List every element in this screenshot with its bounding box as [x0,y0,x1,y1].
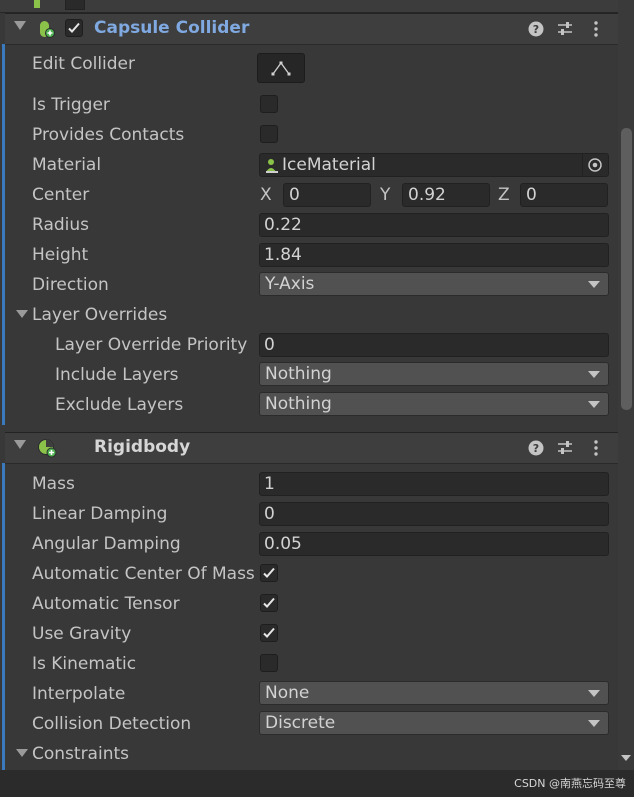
help-icon[interactable]: ? [527,20,545,38]
center-x-field[interactable]: 0 [283,183,371,207]
is-trigger-checkbox[interactable] [260,95,278,113]
is-kinematic-checkbox[interactable] [260,654,278,672]
use-gravity-label: Use Gravity [32,624,132,644]
automatic-center-of-mass-label: Automatic Center Of Mass [32,564,255,584]
rigidbody-icon [38,439,57,458]
center-z-label: Z [498,185,510,205]
object-picker-icon[interactable] [582,154,608,176]
collapse-arrow-icon[interactable] [14,21,26,30]
material-value: IceMaterial [282,155,376,175]
center-x-label: X [260,185,272,205]
edit-collider-button[interactable] [257,53,305,83]
selection-accent-bar [2,44,5,425]
collision-detection-label: Collision Detection [32,714,192,734]
edit-collider-icon [271,61,291,76]
more-options-icon[interactable] [587,439,605,457]
rigidbody-header[interactable]: Rigidbody ? [5,432,618,464]
collapse-arrow-icon[interactable] [14,440,26,449]
svg-text:?: ? [533,442,539,455]
more-options-icon[interactable] [587,20,605,38]
center-z-field[interactable]: 0 [520,183,608,207]
animator-icon [34,0,40,8]
layer-override-priority-label: Layer Override Priority [55,335,248,355]
collision-detection-dropdown[interactable]: Discrete [259,711,609,735]
exclude-layers-value: Nothing [265,394,332,414]
angular-damping-field[interactable]: 0.05 [259,532,609,556]
help-icon[interactable]: ? [527,439,545,457]
height-label: Height [32,245,89,265]
scrollbar-thumb[interactable] [621,128,632,410]
constraints-foldout[interactable]: Constraints [32,744,129,764]
center-label: Center [32,185,90,205]
svg-text:?: ? [533,23,539,36]
is-kinematic-label: Is Kinematic [32,654,137,674]
exclude-layers-dropdown[interactable]: Nothing [259,392,609,416]
dropdown-arrow-icon [588,690,600,697]
presets-icon[interactable] [556,439,574,457]
interpolate-label: Interpolate [32,684,126,704]
direction-dropdown[interactable]: Y-Axis [259,272,609,296]
interpolate-dropdown[interactable]: None [259,681,609,705]
component-title: Rigidbody [94,437,191,457]
selection-accent-bar [2,463,5,770]
presets-icon[interactable] [556,20,574,38]
animator-header-partial [0,0,618,13]
provides-contacts-checkbox[interactable] [260,125,278,143]
dropdown-arrow-icon [588,401,600,408]
center-y-label: Y [380,185,391,205]
automatic-center-of-mass-checkbox[interactable] [260,564,278,582]
layer-override-priority-field[interactable]: 0 [259,333,609,357]
capsule-collider-header[interactable]: Capsule Collider ? [5,13,618,45]
linear-damping-field[interactable]: 0 [259,502,609,526]
include-layers-dropdown[interactable]: Nothing [259,362,609,386]
capsule-collider-enable-checkbox[interactable] [65,19,83,37]
include-layers-label: Include Layers [55,365,179,385]
scroll-down-arrow-icon[interactable] [621,755,631,761]
watermark: CSDN @南燕忘码至尊 [514,777,626,790]
use-gravity-checkbox[interactable] [260,624,278,642]
include-layers-value: Nothing [265,364,332,384]
direction-value: Y-Axis [265,274,315,294]
height-field[interactable]: 1.84 [259,243,609,267]
layer-overrides-foldout[interactable]: Layer Overrides [32,305,167,325]
mass-field[interactable]: 1 [259,472,609,496]
exclude-layers-label: Exclude Layers [55,395,184,415]
is-trigger-label: Is Trigger [32,95,110,115]
linear-damping-label: Linear Damping [32,504,168,524]
radius-field[interactable]: 0.22 [259,213,609,237]
radius-label: Radius [32,215,90,235]
edit-collider-label: Edit Collider [32,54,136,74]
collision-detection-value: Discrete [265,713,336,733]
dropdown-arrow-icon [588,720,600,727]
animator-enable-checkbox[interactable] [65,0,85,10]
direction-label: Direction [32,275,109,295]
angular-damping-label: Angular Damping [32,534,181,554]
capsule-collider-icon [40,21,55,38]
material-object-field[interactable]: IceMaterial [259,153,609,177]
physics-material-icon [266,159,278,173]
mass-label: Mass [32,474,75,494]
component-title: Capsule Collider [94,18,250,38]
material-label: Material [32,155,102,175]
interpolate-value: None [265,683,310,703]
layer-overrides-foldout-icon[interactable] [16,310,28,318]
automatic-tensor-label: Automatic Tensor [32,594,180,614]
constraints-foldout-icon[interactable] [16,749,28,757]
dropdown-arrow-icon [588,371,600,378]
center-y-field[interactable]: 0.92 [402,183,490,207]
automatic-tensor-checkbox[interactable] [260,594,278,612]
dropdown-arrow-icon [588,281,600,288]
provides-contacts-label: Provides Contacts [32,125,185,145]
